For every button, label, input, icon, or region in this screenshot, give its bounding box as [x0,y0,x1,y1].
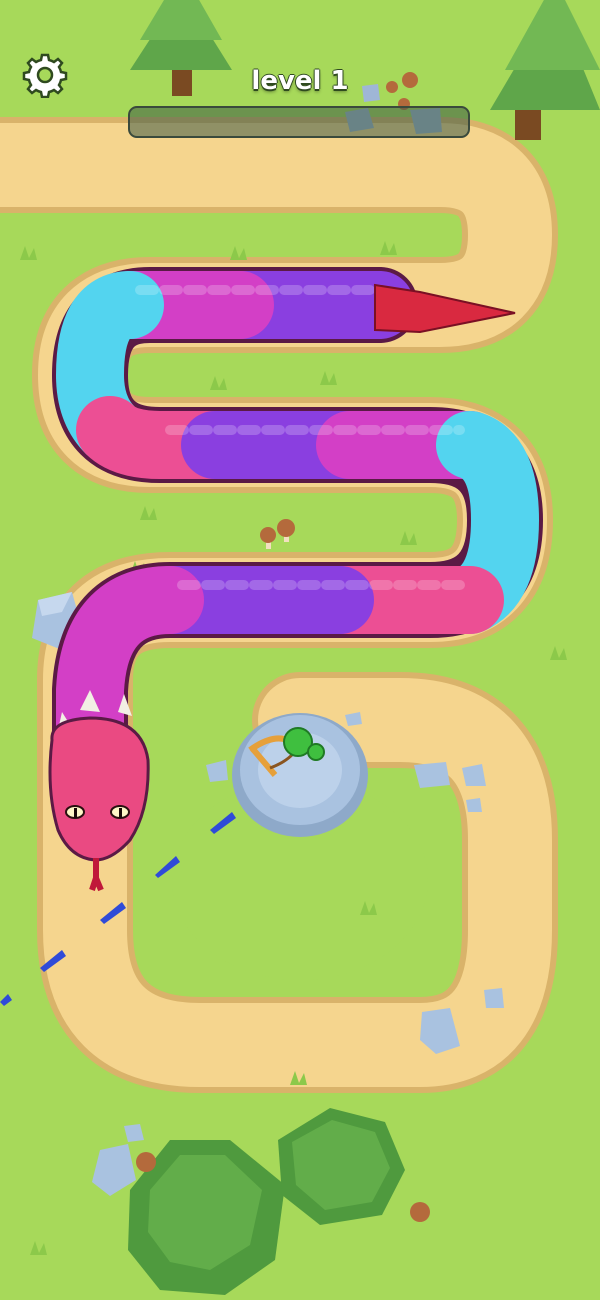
settings-button[interactable] [22,52,68,99]
level-title: level 1 [251,66,349,96]
level-progress-bar [128,106,470,138]
gear-icon [22,53,68,99]
game-scene [0,0,600,1300]
